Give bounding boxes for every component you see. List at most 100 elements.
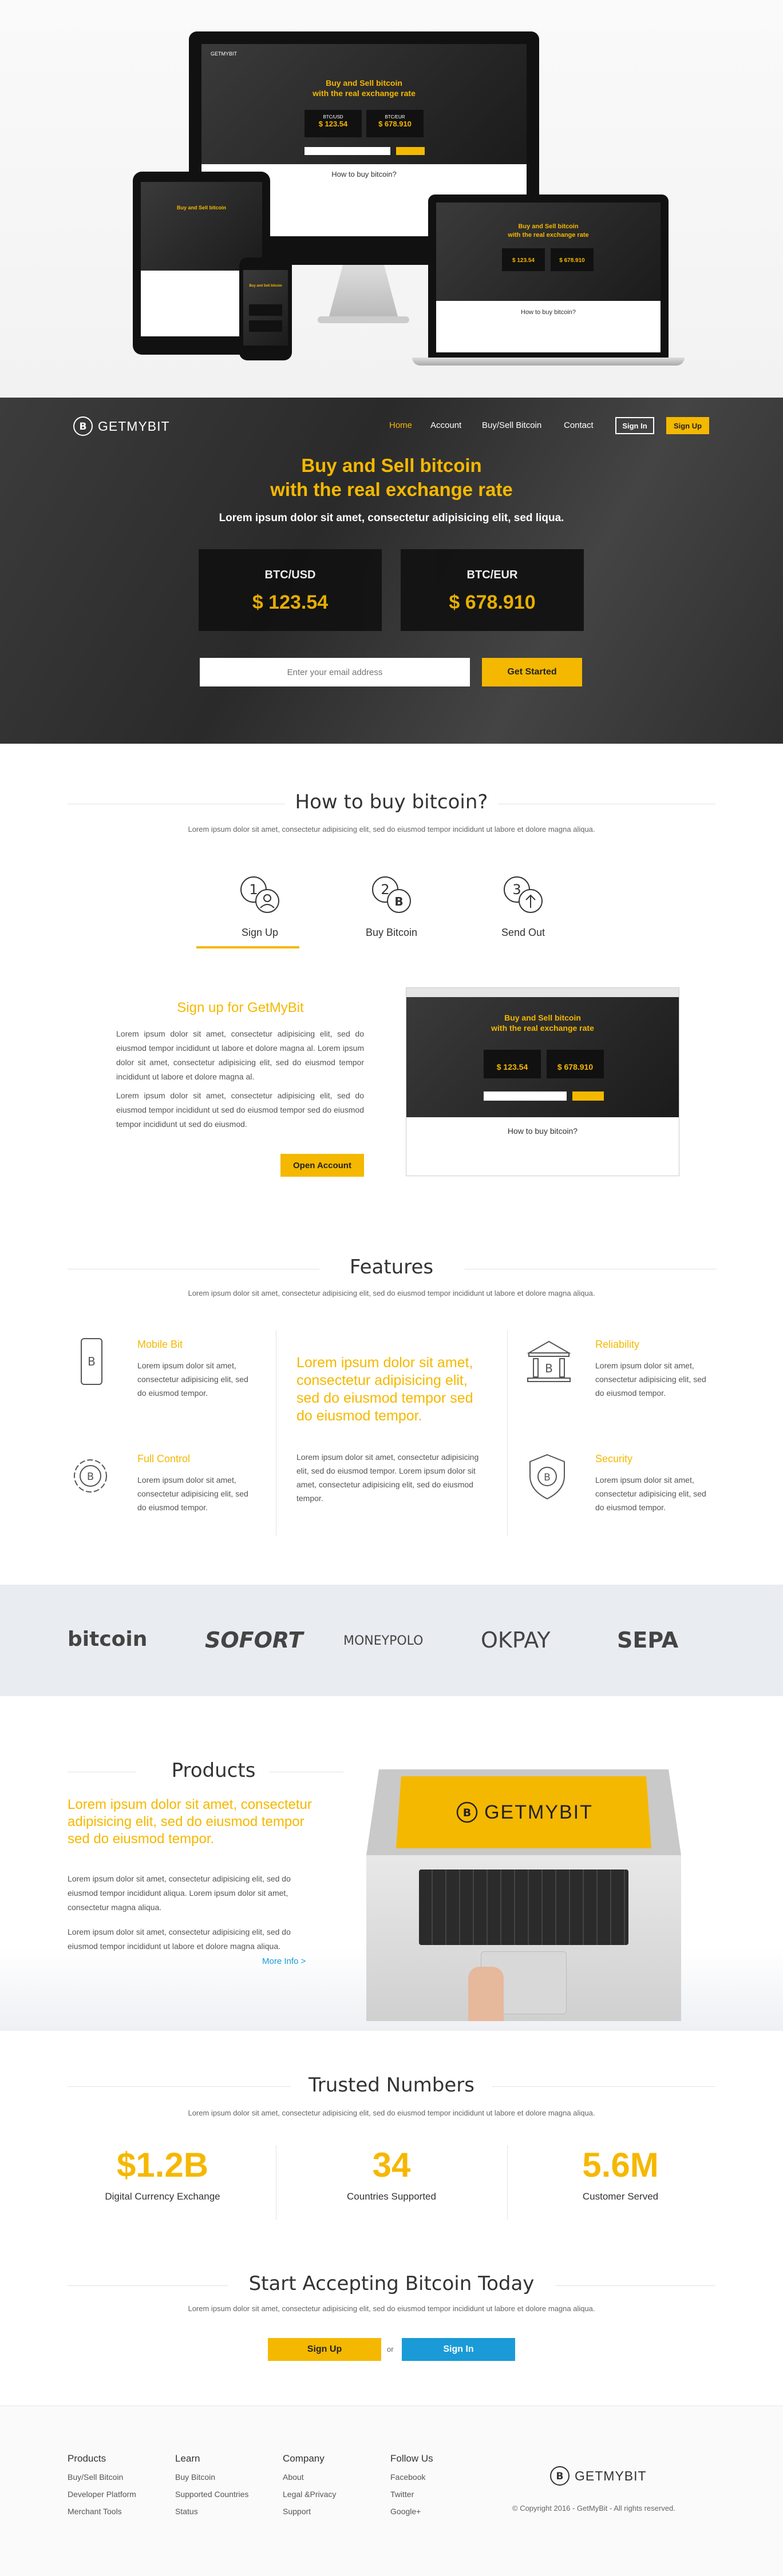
nav-home[interactable]: Home xyxy=(389,420,412,430)
step-buy[interactable]: 2B Buy Bitcoin xyxy=(346,872,437,939)
stat-value: 5.6M xyxy=(582,2146,659,2184)
footer-link[interactable]: Twitter xyxy=(390,2490,433,2499)
step-signup[interactable]: 1 Sign Up xyxy=(214,872,306,939)
price-label: BTC/USD xyxy=(264,569,316,581)
get-started-button[interactable]: Get Started xyxy=(482,658,582,686)
mini-logo: GETMYBIT xyxy=(211,51,238,57)
price-value: $ 123.54 xyxy=(252,592,329,613)
footer-link[interactable]: Developer Platform xyxy=(68,2490,136,2499)
cta-signup-button[interactable]: Sign Up xyxy=(268,2338,381,2361)
stat-label: Digital Currency Exchange xyxy=(105,2191,220,2202)
price-value: $ 678.910 xyxy=(449,592,536,613)
stat-value: $1.2B xyxy=(116,2146,209,2184)
bitcoin-logo-icon: B xyxy=(456,1801,478,1823)
price-box-eur: BTC/EUR $ 678.910 xyxy=(401,549,584,631)
footer-logo[interactable]: B GETMYBIT xyxy=(548,2464,647,2487)
logo-okpay: OKPAY xyxy=(481,1628,551,1653)
cta-or: or xyxy=(387,2345,394,2353)
cta-signin-button[interactable]: Sign In xyxy=(402,2338,515,2361)
products-title: Products xyxy=(171,1759,256,1782)
logo-sepa: SEPA xyxy=(617,1628,679,1653)
step-number: 3 xyxy=(512,882,521,898)
nav-buy-sell[interactable]: Buy/Sell Bitcoin xyxy=(482,420,541,430)
step-number: 2 xyxy=(381,882,389,898)
nav-contact[interactable]: Contact xyxy=(564,420,594,430)
footer-link[interactable]: Status xyxy=(175,2507,248,2516)
products-lead: Lorem ipsum dolor sit amet, consectetur … xyxy=(68,1797,312,1847)
numbers-title: Trusted Numbers xyxy=(309,2074,474,2097)
footer-link[interactable]: Buy/Sell Bitcoin xyxy=(68,2472,136,2482)
logo[interactable]: B GETMYBIT xyxy=(72,415,170,438)
step-label: Send Out xyxy=(501,927,545,938)
footer-heading: Follow Us xyxy=(390,2453,433,2464)
feature-text: Lorem ipsum dolor sit amet, consectetur … xyxy=(595,1361,706,1398)
how-title: How to buy bitcoin? xyxy=(295,791,488,813)
stat-label: Countries Supported xyxy=(347,2191,436,2202)
features-subtitle: Lorem ipsum dolor sit amet, consectetur … xyxy=(188,1289,595,1297)
mini-title: Buy and Sell bitcoin xyxy=(326,78,402,88)
signup-paragraph-1: Lorem ipsum dolor sit amet, consectetur … xyxy=(116,1029,364,1081)
send-out-step-icon: 3 xyxy=(504,876,543,913)
logo-moneypolo: MONEYPOLO xyxy=(343,1634,424,1648)
footer-col-products: Products Buy/Sell Bitcoin Developer Plat… xyxy=(68,2453,136,2524)
more-info-link[interactable]: More Info > xyxy=(262,1956,306,1966)
shield-icon: B xyxy=(529,1454,565,1500)
nav-signin-button[interactable]: Sign In xyxy=(615,417,654,434)
browser-screenshot: Buy and Sell bitcoin with the real excha… xyxy=(406,987,679,1176)
svg-text:B: B xyxy=(463,1807,471,1819)
feature-title-mobile: Mobile Bit xyxy=(137,1339,183,1350)
logo-text: GETMYBIT xyxy=(98,418,170,434)
buy-bitcoin-step-icon: 2B xyxy=(372,876,411,913)
feature-title-security: Security xyxy=(595,1453,633,1464)
device-mockups: GETMYBIT Buy and Sell bitcoin with the r… xyxy=(0,0,783,398)
footer-link[interactable]: About xyxy=(283,2472,336,2482)
mini-price: $ 678.910 xyxy=(557,1062,594,1071)
step-send[interactable]: 3 Send Out xyxy=(477,872,569,939)
feature-center-title: Lorem ipsum dolor sit amet, consectetur … xyxy=(296,1355,473,1424)
signup-paragraph-2: Lorem ipsum dolor sit amet, consectetur … xyxy=(116,1091,364,1129)
open-account-button[interactable]: Open Account xyxy=(280,1154,364,1177)
mobile-icon: B xyxy=(81,1338,102,1385)
stat-value: 34 xyxy=(372,2146,411,2184)
mini-label: BTC/USD xyxy=(323,114,343,120)
mini-how: How to buy bitcoin? xyxy=(436,301,661,352)
footer-link[interactable]: Merchant Tools xyxy=(68,2507,136,2516)
footer-heading: Learn xyxy=(175,2453,200,2464)
footer-link[interactable]: Legal &Privacy xyxy=(283,2490,336,2499)
footer-heading: Products xyxy=(68,2453,106,2464)
feature-title-reliability: Reliability xyxy=(595,1339,640,1350)
nav-signup-button[interactable]: Sign Up xyxy=(666,417,709,434)
laptop-illustration: B GETMYBIT xyxy=(366,1769,681,2021)
email-input[interactable] xyxy=(200,658,470,686)
footer-link[interactable]: Google+ xyxy=(390,2507,433,2516)
hero-section: B GETMYBIT Home Account Buy/Sell Bitcoin… xyxy=(0,398,783,744)
features-title: Features xyxy=(349,1256,434,1279)
footer-col-follow: Follow Us Facebook Twitter Google+ xyxy=(390,2453,433,2524)
svg-text:B: B xyxy=(88,1355,96,1368)
mini-title-2: with the real exchange rate xyxy=(491,1023,594,1033)
mini-price: $ 123.54 xyxy=(512,257,535,264)
mini-how: How to buy bitcoin? xyxy=(507,1126,578,1136)
footer-link[interactable]: Buy Bitcoin xyxy=(175,2472,248,2482)
footer-link[interactable]: Supported Countries xyxy=(175,2490,248,2499)
mini-title: Buy and Sell bitcoin xyxy=(176,205,226,211)
price-box-usd: BTC/USD $ 123.54 xyxy=(199,549,382,631)
svg-text:B: B xyxy=(544,1472,551,1483)
footer-link[interactable]: Facebook xyxy=(390,2472,433,2482)
svg-text:B: B xyxy=(556,2471,564,2482)
feature-title-full-control: Full Control xyxy=(137,1453,191,1464)
nav-account[interactable]: Account xyxy=(430,420,461,430)
feature-text: Lorem ipsum dolor sit amet, consectetur … xyxy=(595,1475,706,1512)
svg-text:B: B xyxy=(87,1471,94,1483)
laptop-logo-text: GETMYBIT xyxy=(484,1801,593,1823)
active-step-indicator xyxy=(196,946,299,948)
footer-link[interactable]: Support xyxy=(283,2507,336,2516)
svg-text:B: B xyxy=(394,895,403,908)
cta-subtitle: Lorem ipsum dolor sit amet, consectetur … xyxy=(188,2304,595,2313)
laptop-device: Buy and Sell bitcoin with the real excha… xyxy=(428,195,669,358)
mini-price: $ 678.910 xyxy=(378,120,412,128)
svg-text:B: B xyxy=(545,1362,553,1375)
mini-title: Buy and Sell bitcoin xyxy=(249,284,282,288)
price-label: BTC/EUR xyxy=(466,569,518,581)
products-paragraph-1: Lorem ipsum dolor sit amet, consectetur … xyxy=(68,1874,291,1912)
